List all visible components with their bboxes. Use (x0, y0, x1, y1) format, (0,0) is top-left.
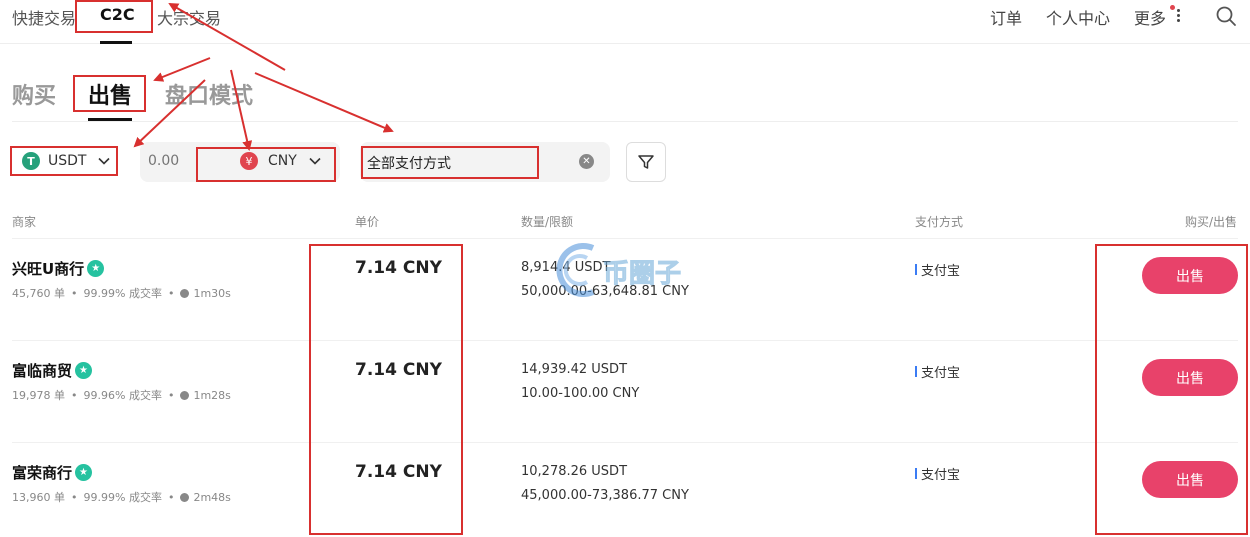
clock-icon (180, 492, 190, 502)
release-time: 1m28s (193, 388, 231, 402)
order-limit: 10.00-100.00 CNY (521, 386, 640, 401)
payment-method-text: 支付宝 (921, 468, 961, 483)
completion-rate: 99.99% 成交率 (83, 287, 162, 300)
available-quantity: 10,278.26 USDT (521, 464, 628, 479)
merchant-name[interactable]: 兴旺U商行 ★ (12, 258, 105, 279)
merchant-name[interactable]: 富临商贸 ★ (12, 360, 93, 381)
separator: • (71, 388, 78, 402)
separator: • (167, 286, 175, 300)
tab-block-trade[interactable]: 大宗交易 (157, 5, 221, 29)
payment-method: 支付宝 (915, 362, 960, 381)
order-limit: 45,000.00-73,386.77 CNY (521, 488, 689, 503)
clear-icon[interactable]: ✕ (579, 154, 594, 169)
payment-method: 支付宝 (915, 260, 960, 279)
completion-rate: 99.99% 成交率 (83, 491, 162, 504)
annotation-box-action (1095, 244, 1248, 535)
header-payment: 支付方式 (915, 215, 964, 229)
alipay-marker-icon (915, 264, 917, 275)
nav-more[interactable]: 更多 (1134, 5, 1166, 29)
alipay-marker-icon (915, 366, 917, 377)
clock-icon (180, 390, 190, 400)
annotation-box-sell (73, 75, 146, 112)
watermark: 币圈子 (553, 240, 703, 300)
verified-icon: ★ (75, 464, 93, 481)
release-time: 2m48s (193, 490, 231, 504)
release-time: 1m30s (193, 286, 231, 300)
subtab-buy[interactable]: 购买 (12, 78, 56, 110)
separator: • (167, 490, 175, 504)
header-quantity-limit: 数量/限额 (521, 215, 574, 229)
merchant-name[interactable]: 富荣商行 ★ (12, 462, 93, 483)
annotation-box-price (309, 244, 463, 535)
separator: • (167, 388, 175, 402)
nav-user-center[interactable]: 个人中心 (1046, 5, 1110, 29)
annotation-box-c2c (75, 0, 153, 33)
annotation-box-fiat (196, 147, 336, 182)
annotation-box-coin (10, 146, 118, 176)
watermark-logo-icon (556, 243, 595, 297)
order-count: 13,960 单 (12, 491, 65, 504)
merchant-stats: 19,978 单 • 99.96% 成交率 • 1m28s (12, 387, 231, 403)
verified-icon: ★ (87, 260, 105, 277)
table-row: 富临商贸 ★ 19,978 单 • 99.96% 成交率 • 1m28s 7.14 C… (0, 340, 1250, 440)
subtab-orderbook-mode[interactable]: 盘口模式 (165, 78, 253, 110)
more-kebab-icon[interactable] (1177, 9, 1181, 23)
header-merchant: 商家 (12, 215, 37, 229)
merchant-name-text: 富临商贸 (12, 362, 73, 380)
payment-method-text: 支付宝 (921, 366, 961, 381)
separator: • (71, 286, 78, 300)
tab-quick-trade[interactable]: 快捷交易 (12, 5, 76, 29)
merchant-stats: 13,960 单 • 99.99% 成交率 • 2m48s (12, 489, 231, 505)
tab-c2c-underline (100, 41, 132, 44)
completion-rate: 99.96% 成交率 (83, 389, 162, 402)
order-count: 45,760 单 (12, 287, 65, 300)
filter-button[interactable] (626, 142, 666, 182)
payment-method-text: 支付宝 (921, 264, 961, 279)
clock-icon (180, 288, 190, 298)
table-row: 富荣商行 ★ 13,960 单 • 99.99% 成交率 • 2m48s 7.14 C… (0, 442, 1250, 537)
available-quantity: 14,939.42 USDT (521, 362, 628, 377)
header-action: 购买/出售 (1185, 215, 1238, 229)
alipay-marker-icon (915, 468, 917, 479)
merchant-name-text: 富荣商行 (12, 464, 73, 482)
amount-input[interactable] (148, 153, 198, 169)
header-price: 单价 (355, 215, 380, 229)
verified-icon: ★ (75, 362, 93, 379)
watermark-text: 币圈子 (602, 259, 682, 290)
notification-dot-icon (1170, 5, 1175, 10)
filter-funnel-icon (638, 155, 654, 169)
nav-orders[interactable]: 订单 (990, 5, 1022, 29)
separator: • (71, 490, 78, 504)
merchant-name-text: 兴旺U商行 (12, 260, 85, 278)
merchant-stats: 45,760 单 • 99.99% 成交率 • 1m30s (12, 285, 231, 301)
order-count: 19,978 单 (12, 389, 65, 402)
payment-method: 支付宝 (915, 464, 960, 483)
search-icon[interactable] (1215, 5, 1237, 27)
top-nav: 快捷交易 C2C 大宗交易 订单 个人中心 更多 (0, 0, 1250, 44)
divider (12, 121, 1238, 122)
annotation-box-payment (361, 146, 539, 179)
